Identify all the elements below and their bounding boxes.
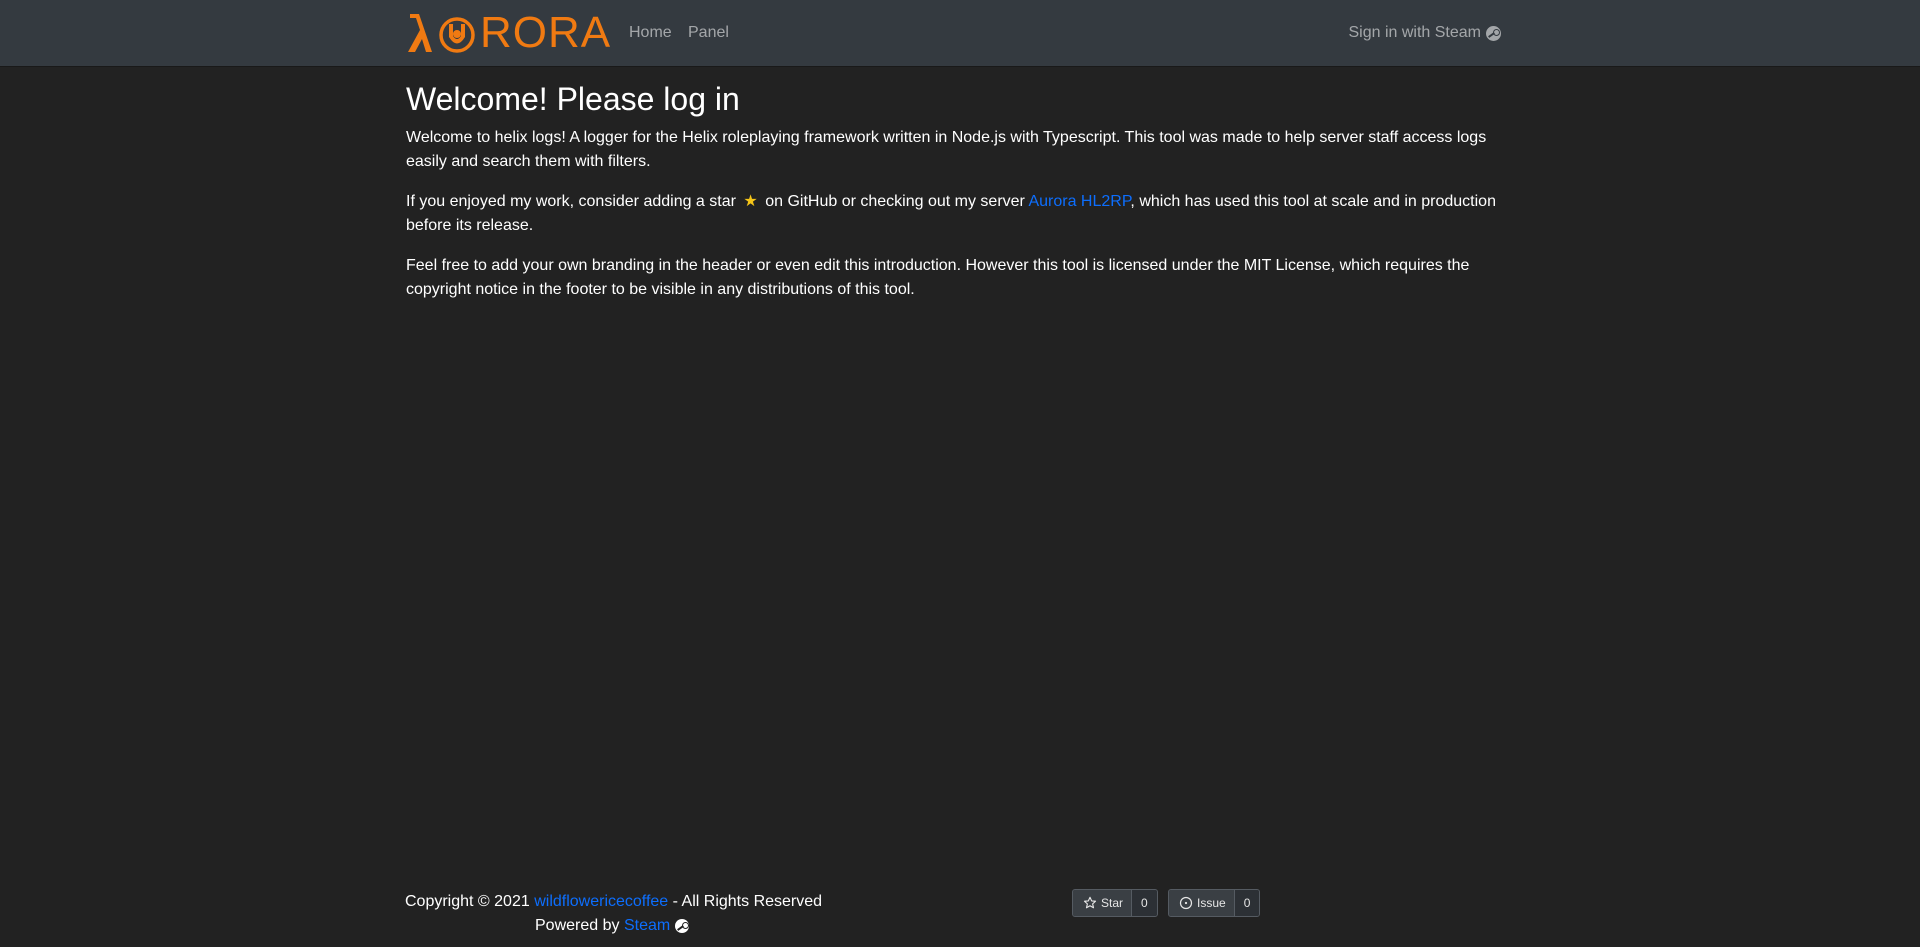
copyright-suffix: - All Rights Reserved — [672, 893, 823, 910]
steam-icon — [1486, 25, 1501, 41]
brand-logo[interactable]: RORA — [406, 8, 612, 57]
github-issue-label: Issue — [1197, 896, 1226, 910]
steam-icon — [675, 919, 690, 933]
powered-by-line: Powered by Steam — [535, 914, 690, 938]
license-paragraph: Feel free to add your own branding in th… — [406, 257, 1470, 298]
main-content: Welcome! Please log in Welcome to helix … — [406, 80, 1501, 302]
brand-text: RORA — [480, 8, 612, 57]
navbar: RORA Home Panel Sign in with Steam — [0, 0, 1920, 66]
support-paragraph: If you enjoyed my work, consider adding … — [406, 190, 1501, 238]
steam-link[interactable]: Steam — [624, 914, 670, 938]
star-outline-icon — [1083, 896, 1097, 909]
copyright-line: Copyright © 2021 wildflowericecoffee - A… — [405, 890, 822, 914]
github-issue-widget: Issue 0 — [1168, 889, 1261, 917]
github-issue-button[interactable]: Issue — [1169, 890, 1234, 916]
navbar-container: RORA Home Panel Sign in with Steam — [406, 0, 1501, 66]
issue-opened-icon — [1179, 896, 1193, 910]
support-text-start: If you enjoyed my work, consider adding … — [406, 193, 736, 210]
github-star-count[interactable]: 0 — [1131, 890, 1157, 916]
github-star-button[interactable]: Star — [1073, 890, 1132, 916]
github-issue-count[interactable]: 0 — [1233, 890, 1260, 916]
aurora-lambda-logo-icon — [408, 14, 475, 53]
intro-paragraph: Welcome to helix logs! A logger for the … — [406, 129, 1487, 170]
author-link[interactable]: wildflowericecoffee — [534, 893, 668, 910]
sign-in-label: Sign in with Steam — [1348, 24, 1481, 41]
powered-prefix: Powered by — [535, 917, 620, 934]
github-star-widget: Star 0 — [1072, 889, 1158, 917]
github-star-label: Star — [1101, 896, 1124, 910]
aurora-hl2rp-link[interactable]: Aurora HL2RP — [1028, 193, 1130, 210]
page-title: Welcome! Please log in — [406, 81, 740, 117]
support-text-middle: on GitHub or checking out my server — [765, 193, 1025, 210]
star-icon: ★ — [743, 193, 758, 210]
nav-home-link[interactable]: Home — [629, 23, 672, 43]
copyright-prefix: Copyright © 2021 — [405, 893, 530, 910]
nav-panel-link[interactable]: Panel — [688, 23, 729, 43]
sign-in-steam-button[interactable]: Sign in with Steam — [1348, 23, 1501, 43]
